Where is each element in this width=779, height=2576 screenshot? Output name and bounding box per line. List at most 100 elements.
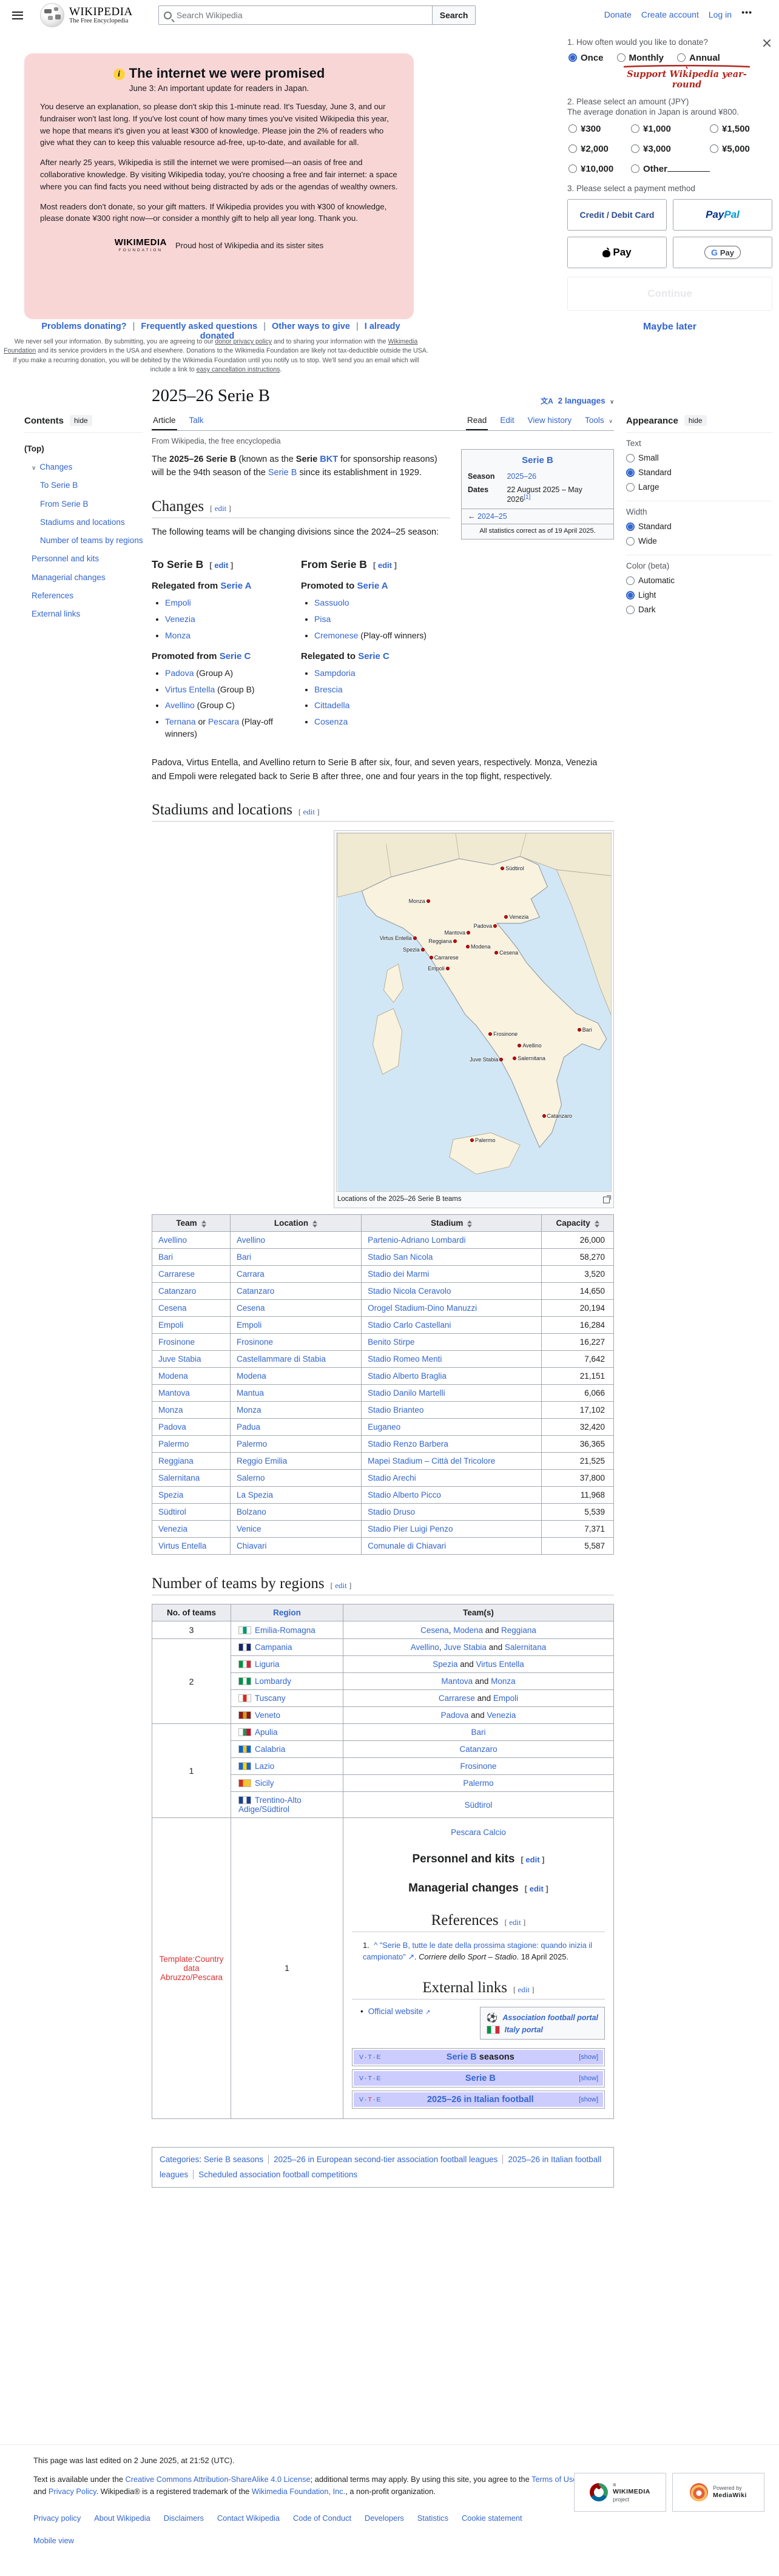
- vte-t[interactable]: T: [368, 2096, 373, 2103]
- inline-link[interactable]: Empoli: [493, 1694, 518, 1703]
- mediawiki-badge[interactable]: Powered by MediaWiki: [672, 2473, 764, 2512]
- inline-link[interactable]: Mantova: [441, 1677, 473, 1686]
- team-link[interactable]: Spezia: [158, 1490, 183, 1499]
- inline-link[interactable]: Pescara: [208, 717, 239, 726]
- inline-link[interactable]: Monza: [165, 630, 191, 640]
- more-menu-icon[interactable]: •••: [741, 7, 752, 17]
- edit-link[interactable]: edit: [525, 1855, 539, 1864]
- vte-e[interactable]: E: [376, 2054, 381, 2061]
- region-link[interactable]: Lazio: [255, 1762, 274, 1771]
- vte-e[interactable]: E: [376, 2096, 381, 2103]
- navbox-show-toggle[interactable]: [show]: [579, 2096, 598, 2103]
- inline-link[interactable]: Cremonese: [314, 630, 358, 640]
- team-link[interactable]: Venezia: [158, 1524, 187, 1533]
- stadium-link[interactable]: Stadio San Nicola: [368, 1253, 433, 1262]
- inline-link[interactable]: Südtirol: [465, 1800, 493, 1810]
- inline-link[interactable]: Empoli: [165, 598, 191, 607]
- amount-radio-5000[interactable]: ¥5,000: [710, 144, 772, 154]
- team-link[interactable]: Padova: [158, 1422, 186, 1432]
- footer-link-statistics[interactable]: Statistics: [417, 2513, 448, 2523]
- inline-link[interactable]: Bari: [471, 1728, 485, 1737]
- amount-radio-10000[interactable]: ¥10,000: [568, 164, 631, 174]
- football-portal-link[interactable]: Association football portal: [502, 2013, 598, 2022]
- team-link[interactable]: Modena: [158, 1371, 188, 1381]
- inline-link[interactable]: Wikimedia Foundation, Inc.: [252, 2487, 345, 2496]
- stadium-link[interactable]: Partenio-Adriano Lombardi: [368, 1236, 465, 1245]
- edit-link[interactable]: edit: [335, 1581, 347, 1590]
- vte-v[interactable]: V: [359, 2054, 364, 2061]
- sort-icon[interactable]: [312, 1220, 318, 1228]
- toc-item-changes[interactable]: ∨ Changes: [24, 458, 143, 476]
- inline-link[interactable]: BKT: [320, 455, 338, 464]
- inline-link[interactable]: Serie B: [268, 468, 297, 478]
- region-link[interactable]: Campania: [255, 1643, 292, 1652]
- appearance-option-standard[interactable]: Standard: [626, 522, 772, 531]
- edit-link[interactable]: edit: [509, 1918, 521, 1927]
- amount-radio-1000[interactable]: ¥1,000: [630, 124, 710, 134]
- apple-pay-button[interactable]: Pay: [567, 237, 667, 268]
- team-link[interactable]: Südtirol: [158, 1507, 186, 1516]
- inline-link[interactable]: Padova: [165, 668, 194, 678]
- infobox-season-value[interactable]: 2025–26: [507, 472, 536, 481]
- header-link-create-account[interactable]: Create account: [641, 10, 699, 19]
- toc-item-number-of-teams-by-regions[interactable]: Number of teams by regions: [24, 532, 143, 550]
- inline-link[interactable]: ↗: [406, 1952, 414, 1961]
- appearance-option-wide[interactable]: Wide: [626, 536, 772, 546]
- view-history[interactable]: View history: [527, 412, 573, 430]
- footer-link-code-of-conduct[interactable]: Code of Conduct: [293, 2513, 351, 2523]
- inline-link[interactable]: Avellino: [411, 1643, 439, 1652]
- inline-link[interactable]: Serie C: [358, 651, 390, 661]
- sort-icon[interactable]: [467, 1220, 473, 1228]
- inline-link[interactable]: Monza: [491, 1677, 516, 1686]
- sort-icon[interactable]: [594, 1220, 599, 1228]
- appearance-option-automatic[interactable]: Automatic: [626, 576, 772, 585]
- team-link[interactable]: Frosinone: [158, 1337, 195, 1347]
- team-link[interactable]: Catanzaro: [158, 1286, 196, 1296]
- location-link[interactable]: Catanzaro: [237, 1286, 274, 1296]
- vte-t[interactable]: T: [368, 2075, 373, 2082]
- region-link[interactable]: Sicily: [255, 1779, 274, 1788]
- donate-help-link[interactable]: Other ways to give: [272, 322, 350, 331]
- region-link[interactable]: Liguria: [255, 1660, 280, 1669]
- category-link[interactable]: 2025–26 in European second-tier associat…: [274, 2155, 497, 2164]
- stadium-link[interactable]: Benito Stirpe: [368, 1337, 414, 1347]
- stadium-link[interactable]: Orogel Stadium-Dino Manuzzi: [368, 1303, 477, 1313]
- edit-link[interactable]: edit: [303, 807, 315, 816]
- footer-link-contact-wikipedia[interactable]: Contact Wikipedia: [217, 2513, 280, 2523]
- location-link[interactable]: Chiavari: [237, 1541, 267, 1550]
- toc-hide-button[interactable]: hide: [70, 415, 92, 426]
- inline-link[interactable]: Virtus Entella: [476, 1660, 524, 1669]
- tab-article[interactable]: Article: [152, 412, 177, 430]
- footer-link-cookie-statement[interactable]: Cookie statement: [462, 2513, 522, 2523]
- footer-link-privacy-policy[interactable]: Privacy policy: [33, 2513, 81, 2523]
- location-link[interactable]: Venice: [237, 1524, 261, 1533]
- search-input[interactable]: Search Wikipedia: [158, 5, 433, 25]
- inline-link[interactable]: Serie A: [220, 581, 251, 591]
- cite-backlink[interactable]: ^: [374, 1941, 377, 1950]
- location-link[interactable]: Castellammare di Stabia: [237, 1354, 326, 1364]
- team-link[interactable]: Bari: [158, 1253, 173, 1262]
- stadium-link[interactable]: Euganeo: [368, 1422, 400, 1432]
- inline-link[interactable]: Cesena: [420, 1626, 449, 1635]
- footer-link-about-wikipedia[interactable]: About Wikipedia: [94, 2513, 150, 2523]
- inline-link[interactable]: Padova: [441, 1711, 469, 1720]
- vte-v[interactable]: V: [359, 2075, 364, 2082]
- category-link[interactable]: Scheduled association football competiti…: [198, 2170, 357, 2179]
- view-edit[interactable]: Edit: [499, 412, 515, 430]
- region-link[interactable]: Tuscany: [255, 1694, 286, 1703]
- inline-link[interactable]: 2025–26 in Italian football: [427, 2095, 534, 2104]
- inline-link[interactable]: Reggiana: [501, 1626, 536, 1635]
- pescara-calcio-link[interactable]: Pescara Calcio: [451, 1828, 506, 1837]
- credit-debit-card-button[interactable]: Credit / Debit Card: [567, 199, 667, 231]
- continue-button[interactable]: Continue: [567, 277, 772, 311]
- category-link[interactable]: Serie B seasons: [204, 2155, 263, 2164]
- team-link[interactable]: Avellino: [158, 1236, 187, 1245]
- stadium-link[interactable]: Comunale di Chiavari: [368, 1541, 446, 1550]
- stadium-link[interactable]: Stadio Carlo Castellani: [368, 1320, 451, 1330]
- edit-link[interactable]: edit: [530, 1884, 544, 1893]
- inline-link[interactable]: Venezia: [165, 614, 195, 624]
- appearance-hide-button[interactable]: hide: [684, 415, 707, 426]
- location-link[interactable]: Monza: [237, 1405, 261, 1415]
- toc-item-managerial-changes[interactable]: Managerial changes: [24, 569, 143, 587]
- appearance-option-small[interactable]: Small: [626, 453, 772, 462]
